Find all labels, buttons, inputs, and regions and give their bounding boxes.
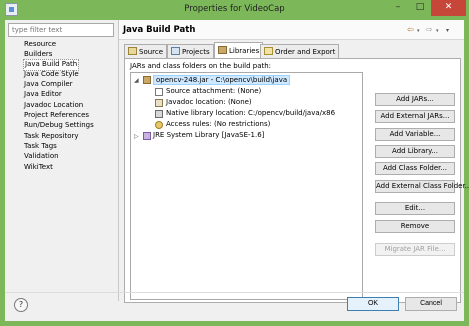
nav-item-task-tags[interactable]: Task Tags: [24, 142, 57, 152]
source-folder-icon: [128, 47, 137, 55]
tree-item-native-library-location[interactable]: Native library location: C:/opencv/build…: [166, 109, 335, 119]
jre-library-icon: [143, 132, 151, 140]
jar-icon: [143, 76, 151, 84]
close-icon[interactable]: ✕: [431, 0, 466, 16]
nav-item-builders[interactable]: Builders: [24, 50, 52, 60]
source-attachment-icon: [155, 88, 163, 96]
order-export-icon: [264, 47, 273, 55]
projects-icon: [171, 47, 180, 55]
tab-order-and-export[interactable]: Order and Export: [260, 44, 340, 58]
nav-item-validation[interactable]: Validation: [24, 152, 59, 162]
library-tree[interactable]: ◢ opencv-248.jar - C:\opencv\build\java …: [130, 72, 363, 300]
nav-item-java-editor[interactable]: Java Editor: [24, 90, 62, 100]
nav-item-java-code-style[interactable]: Java Code Style: [24, 70, 79, 80]
javadoc-icon: [155, 99, 163, 107]
edit-button[interactable]: Edit...: [375, 202, 455, 215]
add-external-class-folder-button[interactable]: Add External Class Folder...: [375, 180, 469, 193]
nav-item-java-compiler[interactable]: Java Compiler: [24, 80, 73, 90]
nav-item-run-debug-settings[interactable]: Run/Debug Settings: [24, 121, 94, 131]
add-class-folder-button[interactable]: Add Class Folder...: [375, 162, 455, 175]
tree-item-access-rules[interactable]: Access rules: (No restrictions): [166, 120, 270, 130]
migrate-jar-file-button: Migrate JAR File...: [375, 243, 455, 256]
nav-item-resource[interactable]: Resource: [24, 40, 56, 50]
tab-libraries-label: Libraries: [229, 47, 260, 55]
remove-button[interactable]: Remove: [375, 220, 455, 233]
title-bar[interactable]: Properties for VideoCap – □ ✕: [0, 0, 469, 20]
tree-item-javadoc-location[interactable]: Javadoc location: (None): [166, 98, 252, 108]
tab-libraries[interactable]: Libraries: [214, 42, 264, 58]
build-path-label: JARs and class folders on the build path…: [130, 62, 272, 70]
filter-input[interactable]: [8, 23, 114, 37]
add-jars-button[interactable]: Add JARs...: [375, 93, 455, 106]
nav-item-project-references[interactable]: Project References: [24, 111, 89, 121]
libraries-icon: [218, 46, 227, 54]
cancel-button[interactable]: Cancel: [405, 297, 457, 311]
nav-item-wikitext[interactable]: WikiText: [24, 163, 53, 173]
ok-button[interactable]: OK: [347, 297, 399, 311]
footer-separator: [5, 292, 464, 293]
tab-source-label: Source: [139, 48, 164, 56]
tree-item-source-attachment[interactable]: Source attachment: (None): [166, 87, 261, 97]
add-library-button[interactable]: Add Library...: [375, 145, 455, 158]
properties-window: Properties for VideoCap – □ ✕ Resource B…: [0, 0, 469, 326]
tree-item-jre-system-library[interactable]: JRE System Library [JavaSE-1.6]: [153, 131, 264, 141]
access-rules-icon: [155, 121, 163, 129]
maximize-icon[interactable]: □: [409, 0, 431, 16]
forward-history-chevron-down-icon[interactable]: ▾: [436, 28, 439, 34]
dialog-client-area: Resource Builders Java Build Path Java C…: [5, 20, 469, 321]
help-icon[interactable]: ?: [14, 298, 28, 312]
tab-order-and-export-label: Order and Export: [275, 48, 336, 56]
tab-projects[interactable]: Projects: [167, 44, 214, 58]
page-title: Java Build Path: [123, 25, 196, 35]
page-header: Java Build Path ⇦ ▾ ⇨ ▾ ▾: [119, 20, 464, 40]
back-history-chevron-down-icon[interactable]: ▾: [417, 28, 420, 34]
back-arrow-icon[interactable]: ⇦: [407, 25, 414, 34]
forward-arrow-icon[interactable]: ⇨: [426, 25, 433, 34]
jre-collapsed-chevron-icon[interactable]: ▷: [134, 133, 139, 140]
libraries-panel: JARs and class folders on the build path…: [124, 58, 469, 303]
add-external-jars-button[interactable]: Add External JARs...: [375, 110, 455, 123]
add-variable-button[interactable]: Add Variable...: [375, 128, 455, 141]
tree-item-opencv-jar[interactable]: opencv-248.jar - C:\opencv\build\java: [153, 75, 291, 85]
nav-item-javadoc-location[interactable]: Javadoc Location: [24, 101, 83, 111]
nav-item-java-build-path[interactable]: Java Build Path: [22, 59, 80, 71]
pane-splitter[interactable]: [118, 20, 119, 301]
jar-expanded-chevron-icon[interactable]: ◢: [134, 77, 139, 84]
tab-projects-label: Projects: [182, 48, 210, 56]
view-menu-chevron-down-icon[interactable]: ▾: [446, 27, 449, 34]
minimize-icon[interactable]: –: [387, 0, 409, 16]
nav-item-task-repository[interactable]: Task Repository: [24, 132, 79, 142]
native-library-icon: [155, 110, 163, 118]
tab-source[interactable]: Source: [124, 44, 168, 58]
